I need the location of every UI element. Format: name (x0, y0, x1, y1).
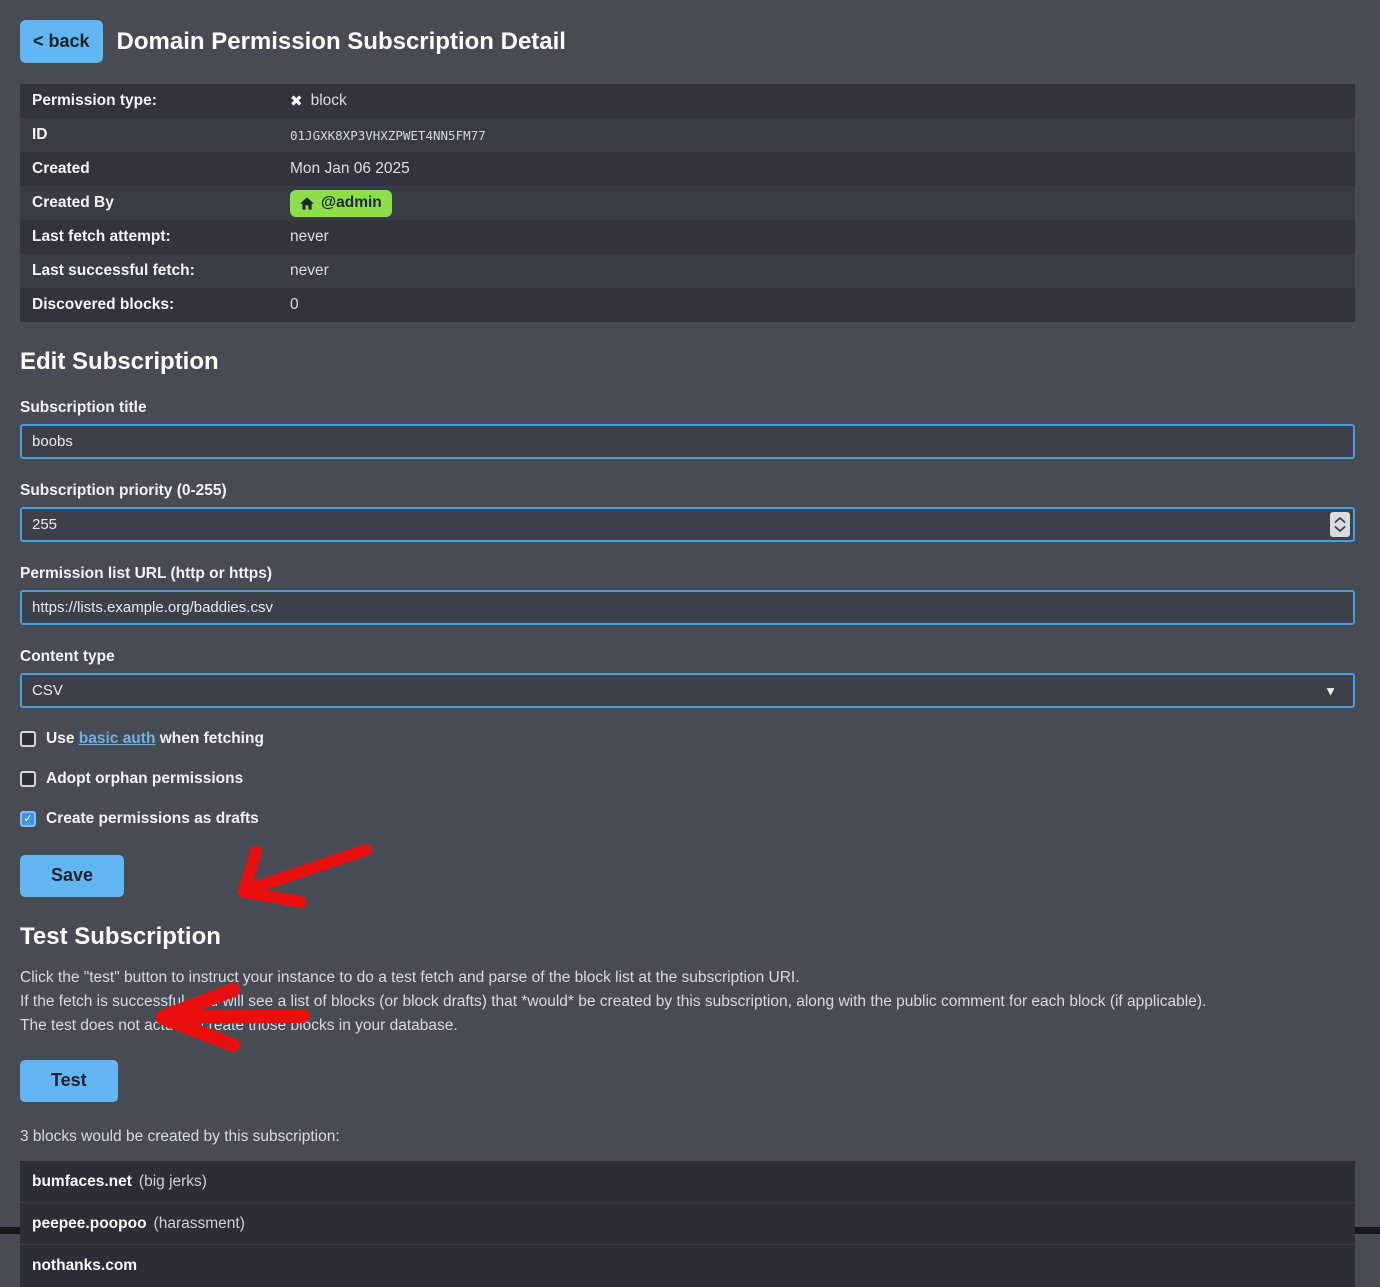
edit-subscription-heading: Edit Subscription (20, 348, 1355, 376)
test-subscription-heading: Test Subscription (20, 923, 1355, 951)
test-result-summary: 3 blocks would be created by this subscr… (20, 1128, 1355, 1146)
block-domain: bumfaces.net (32, 1173, 132, 1190)
row-label: Last successful fetch: (32, 262, 290, 280)
block-domain: peepee.poopoo (32, 1215, 147, 1232)
created-by-badge[interactable]: @admin (290, 190, 392, 217)
basic-auth-checkbox[interactable]: ✓ (20, 731, 36, 747)
chevron-up-icon (1334, 517, 1346, 523)
last-fetch-value: never (290, 228, 1343, 246)
x-mark-icon: ✖ (290, 94, 303, 109)
row-label: Created (32, 160, 290, 178)
row-label: ID (32, 126, 290, 144)
subscription-priority-input[interactable] (20, 507, 1355, 542)
discovered-blocks-value: 0 (290, 296, 1343, 314)
field-content-type: Content type CSV ▼ (20, 648, 1355, 708)
basic-auth-checkbox-label: Use basic auth when fetching (46, 730, 264, 748)
test-description: Click the "test" button to instruct your… (20, 966, 1355, 1038)
save-button[interactable]: Save (20, 855, 124, 897)
row-label: Created By (32, 194, 290, 212)
content-type-select[interactable]: CSV ▼ (20, 673, 1355, 708)
page-header: < back Domain Permission Subscription De… (20, 20, 1355, 63)
row-label: Discovered blocks: (32, 296, 290, 314)
row-value: ✖ block (290, 92, 1343, 110)
table-row-last-fetch: Last fetch attempt: never (20, 220, 1355, 254)
subscription-details-table: Permission type: ✖ block ID 01JGXK8XP3VH… (20, 84, 1355, 322)
last-successful-fetch-value: never (290, 262, 1343, 280)
check-icon: ✓ (23, 814, 32, 825)
created-by-username: @admin (321, 194, 382, 213)
block-list-item: nothanks.com (20, 1245, 1355, 1286)
block-domain: nothanks.com (32, 1257, 137, 1274)
test-description-line: The test does not actually create those … (20, 1014, 1355, 1038)
checkbox-row-basic-auth[interactable]: ✓ Use basic auth when fetching (20, 730, 264, 748)
permission-list-url-label: Permission list URL (http or https) (20, 565, 1355, 583)
subscription-priority-label: Subscription priority (0-255) (20, 482, 1355, 500)
content-type-label: Content type (20, 648, 1355, 666)
block-comment: (big jerks) (139, 1173, 207, 1190)
permission-type-value: block (311, 92, 347, 110)
subscription-id-value: 01JGXK8XP3VHXZPWET4NN5FM77 (290, 128, 1343, 143)
table-row-last-successful-fetch: Last successful fetch: never (20, 254, 1355, 288)
field-subscription-title: Subscription title (20, 399, 1355, 459)
field-subscription-priority: Subscription priority (0-255) (20, 482, 1355, 542)
subscription-title-input[interactable] (20, 424, 1355, 459)
page-title: Domain Permission Subscription Detail (117, 28, 566, 56)
table-row-created-by: Created By @admin (20, 186, 1355, 220)
test-button[interactable]: Test (20, 1060, 118, 1102)
create-drafts-checkbox[interactable]: ✓ (20, 811, 36, 827)
test-description-line: If the fetch is successful, you will see… (20, 990, 1355, 1014)
row-label: Permission type: (32, 92, 290, 110)
block-comment: (harassment) (154, 1215, 245, 1232)
table-row-permission-type: Permission type: ✖ block (20, 84, 1355, 118)
adopt-orphans-checkbox-label: Adopt orphan permissions (46, 770, 243, 788)
create-drafts-checkbox-label: Create permissions as drafts (46, 810, 259, 828)
chevron-down-icon (1334, 526, 1346, 532)
checkbox-row-create-drafts[interactable]: ✓ Create permissions as drafts (20, 810, 259, 828)
back-button[interactable]: < back (20, 20, 103, 63)
test-description-line: Click the "test" button to instruct your… (20, 966, 1355, 990)
select-caret-icon: ▼ (1324, 684, 1337, 697)
created-date-value: Mon Jan 06 2025 (290, 160, 1343, 178)
row-label: Last fetch attempt: (32, 228, 290, 246)
table-row-discovered-blocks: Discovered blocks: 0 (20, 288, 1355, 322)
basic-auth-link[interactable]: basic auth (79, 730, 156, 747)
block-list-item: bumfaces.net (big jerks) (20, 1161, 1355, 1203)
home-icon (300, 197, 314, 210)
page-content: < back Domain Permission Subscription De… (0, 0, 1380, 1287)
adopt-orphans-checkbox[interactable]: ✓ (20, 771, 36, 787)
field-permission-list-url: Permission list URL (http or https) (20, 565, 1355, 625)
table-row-created: Created Mon Jan 06 2025 (20, 152, 1355, 186)
row-value: @admin (290, 190, 1343, 217)
test-result-block-list: bumfaces.net (big jerks) peepee.poopoo (ha… (20, 1161, 1355, 1287)
subscription-title-label: Subscription title (20, 399, 1355, 417)
content-type-selected-value: CSV (32, 682, 63, 699)
table-row-id: ID 01JGXK8XP3VHXZPWET4NN5FM77 (20, 118, 1355, 152)
block-list-item: peepee.poopoo (harassment) (20, 1203, 1355, 1245)
number-stepper[interactable] (1330, 512, 1350, 537)
checkbox-row-adopt-orphans[interactable]: ✓ Adopt orphan permissions (20, 770, 243, 788)
permission-list-url-input[interactable] (20, 590, 1355, 625)
